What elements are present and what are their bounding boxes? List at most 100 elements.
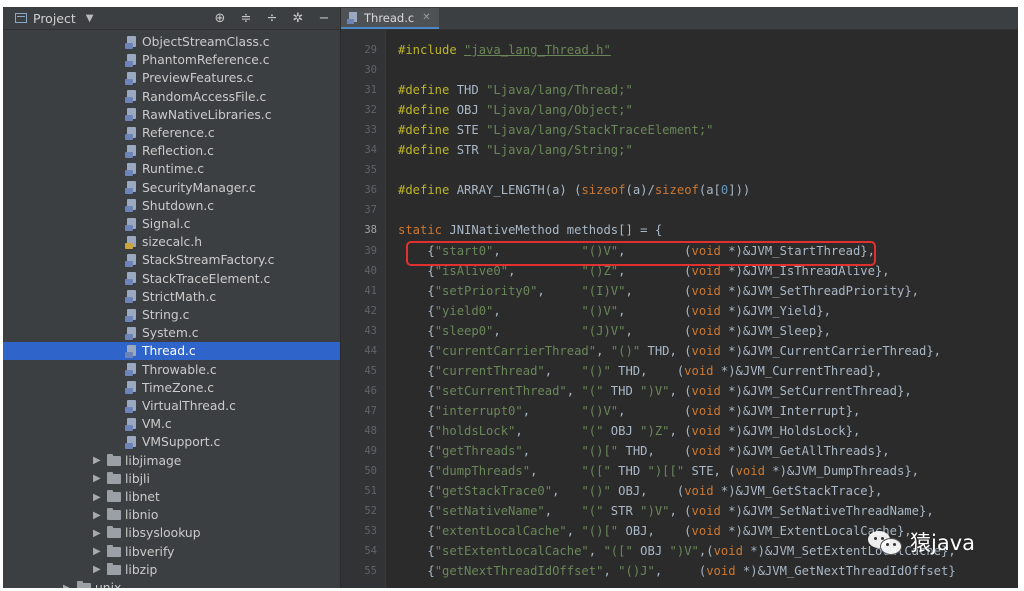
file-item[interactable]: PreviewFeatures.c (3, 69, 340, 87)
line-number: 36 (364, 184, 377, 197)
folder-item[interactable]: ▶ libnet (3, 488, 340, 506)
file-item[interactable]: PhantomReference.c (3, 51, 340, 69)
folder-icon (107, 471, 121, 484)
file-item[interactable]: String.c (3, 306, 340, 324)
chevron-right-icon[interactable]: ▶ (93, 455, 107, 466)
code-line[interactable]: {"yield0", "()V", (void *)&JVM_Yield}, (398, 301, 831, 321)
line-number: 51 (364, 485, 377, 498)
line-number: 34 (364, 144, 377, 157)
code-line[interactable]: #define THD "Ljava/lang/Thread;" (398, 80, 633, 100)
folder-item[interactable]: ▶ libjimage (3, 452, 340, 470)
chevron-right-icon[interactable]: ▶ (63, 583, 77, 589)
c-file-icon (125, 90, 138, 104)
file-item[interactable]: VM.c (3, 415, 340, 433)
c-file-icon (125, 253, 138, 267)
file-item[interactable]: TimeZone.c (3, 379, 340, 397)
code-token: ARRAY_LENGTH(a) ( (456, 183, 582, 198)
file-label: VirtualThread.c (142, 399, 236, 413)
code-line[interactable]: {"setCurrentThread", "(" THD ")V", (void… (398, 381, 911, 401)
code-line[interactable]: {"getNextThreadIdOffset", "()J", (void *… (398, 561, 955, 581)
line-number: 38 (364, 224, 377, 237)
code-token: *)&JVM_SetThreadPriority}, (728, 283, 919, 298)
code-token: , ( (669, 423, 692, 438)
file-item[interactable]: sizecalc.h (3, 233, 340, 251)
code-token: , (493, 323, 582, 338)
code-token: { (398, 323, 435, 338)
folder-label: unix (95, 581, 122, 588)
file-item[interactable]: StackTraceElement.c (3, 270, 340, 288)
code-line[interactable]: static JNINativeMethod methods[] = { (398, 220, 662, 240)
code-line[interactable]: {"currentCarrierThread", "()" THD, (void… (398, 341, 941, 361)
code-token: , (515, 423, 582, 438)
code-line[interactable]: {"getThreads", "()[" THD, (void *)&JVM_G… (398, 441, 889, 461)
chevron-right-icon[interactable]: ▶ (93, 564, 107, 575)
folder-item[interactable]: ▶ libnio (3, 506, 340, 524)
code-line[interactable]: {"dumpThreads", "([" THD ")[[" STE, (voi… (398, 461, 919, 481)
code-line[interactable]: {"setNativeName", "(" STR ")V", (void *)… (398, 501, 933, 521)
folder-label: libjimage (125, 453, 182, 468)
code-line[interactable]: {"extentLocalCache", "()[" OBJ, (void *)… (398, 521, 911, 541)
file-item[interactable]: Signal.c (3, 215, 340, 233)
code-token: OBJ, ( (610, 484, 685, 499)
code-token: (a)/ (625, 183, 655, 198)
code-editor: Thread.c ✕ 29 30 31 32 33 34 35 36 37 38 39 40 41 42 4… (341, 7, 1018, 588)
chevron-right-icon[interactable]: ▶ (93, 492, 107, 503)
code-area[interactable]: #include "java_lang_Thread.h" #define THD… (398, 29, 1018, 588)
code-line[interactable]: {"setPriority0", "(I)V", (void *)&JVM_Se… (398, 281, 919, 301)
c-file-icon (125, 53, 138, 67)
file-item[interactable]: VirtualThread.c (3, 397, 340, 415)
chevron-right-icon[interactable]: ▶ (93, 528, 107, 539)
code-token: sizeof (581, 183, 626, 198)
code-token: ")V" (640, 383, 670, 398)
code-token: #define (398, 183, 457, 198)
tab-thread-c[interactable]: Thread.c ✕ (341, 8, 439, 29)
file-item[interactable]: Reflection.c (3, 142, 340, 160)
code-token: THD (603, 383, 641, 398)
folder-item[interactable]: ▶ libsyslookup (3, 524, 340, 542)
file-item[interactable]: Shutdown.c (3, 197, 340, 215)
file-item[interactable]: SecurityManager.c (3, 179, 340, 197)
c-file-icon (125, 326, 138, 340)
file-item[interactable]: StrictMath.c (3, 288, 340, 306)
file-item[interactable]: VMSupport.c (3, 433, 340, 451)
file-item[interactable]: Runtime.c (3, 160, 340, 178)
code-token: "([" (603, 544, 633, 559)
code-line[interactable]: {"holdsLock", "(" OBJ ")Z", (void *)&JVM… (398, 421, 860, 441)
file-item[interactable]: StackStreamFactory.c (3, 251, 340, 269)
code-line[interactable]: {"getStackTrace0", "()" OBJ, (void *)&JV… (398, 481, 882, 501)
folder-item[interactable]: ▶ libverify (3, 543, 340, 561)
line-number: 44 (364, 344, 377, 357)
file-label: StrictMath.c (142, 289, 217, 304)
code-line[interactable]: #define STE "Ljava/lang/StackTraceElemen… (398, 120, 714, 140)
file-item[interactable]: RandomAccessFile.c (3, 88, 340, 106)
code-line[interactable]: {"interrupt0", "()V", (void *)&JVM_Inter… (398, 401, 860, 421)
chevron-right-icon[interactable]: ▶ (93, 510, 107, 521)
file-label: Signal.c (142, 217, 191, 231)
file-item[interactable]: ObjectStreamClass.c (3, 33, 340, 51)
file-item[interactable]: RawNativeLibraries.c (3, 106, 340, 124)
code-token: "()" (581, 363, 611, 378)
code-line[interactable]: #define STR "Ljava/lang/String;" (398, 140, 633, 160)
code-line[interactable]: {"currentThread", "()" THD, (void *)&JVM… (398, 361, 882, 381)
c-file-icon (125, 344, 138, 358)
c-file-icon (125, 308, 138, 322)
code-line[interactable]: #define ARRAY_LENGTH(a) (sizeof(a)/sizeo… (398, 180, 750, 200)
c-file-icon (125, 217, 138, 231)
code-token: "setExtentLocalCache" (434, 544, 589, 559)
code-token: "dumpThreads" (434, 464, 531, 479)
close-icon[interactable]: ✕ (422, 12, 430, 23)
chevron-right-icon[interactable]: ▶ (93, 473, 107, 484)
code-token: "()V" (581, 303, 619, 318)
file-item[interactable]: Thread.c (3, 342, 340, 361)
file-item[interactable]: Reference.c (3, 124, 340, 142)
code-line[interactable]: #include "java_lang_Thread.h" (398, 40, 611, 60)
file-item[interactable]: Throwable.c (3, 361, 340, 379)
code-token: "sleep0" (434, 323, 494, 338)
folder-item[interactable]: ▶ unix (3, 579, 340, 588)
code-line[interactable]: {"sleep0", "(J)V", (void *)&JVM_Sleep}, (398, 321, 831, 341)
folder-item[interactable]: ▶ libjli (3, 470, 340, 488)
file-item[interactable]: System.c (3, 324, 340, 342)
folder-item[interactable]: ▶ libzip (3, 561, 340, 579)
code-line[interactable]: #define OBJ "Ljava/lang/Object;" (398, 100, 633, 120)
chevron-right-icon[interactable]: ▶ (93, 546, 107, 557)
